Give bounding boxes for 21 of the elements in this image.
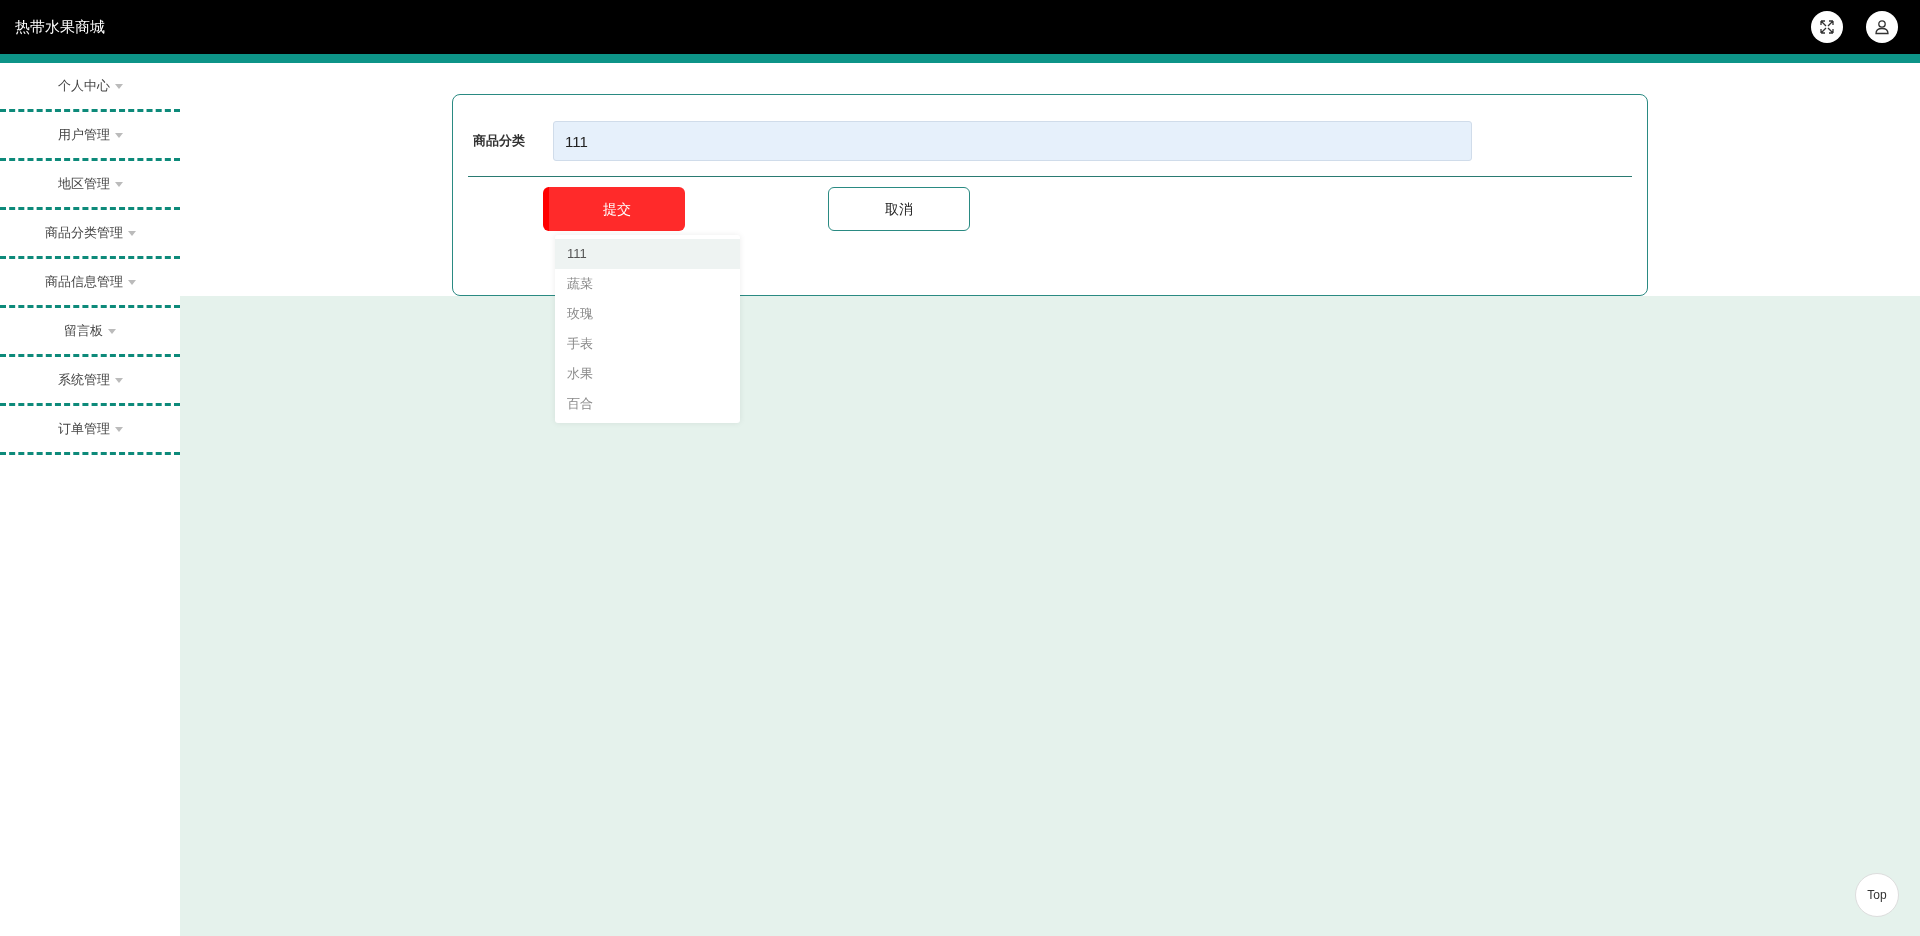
category-input[interactable]: 111	[553, 121, 1472, 161]
suggestion-item[interactable]: 百合	[555, 389, 740, 419]
submit-button[interactable]: 提交	[543, 187, 685, 231]
caret-icon	[114, 83, 123, 89]
site-title: 热带水果商城	[15, 16, 105, 37]
caret-icon	[114, 377, 123, 383]
suggestion-item[interactable]: 水果	[555, 359, 740, 389]
suggestion-item[interactable]: 玫瑰	[555, 299, 740, 329]
caret-icon	[127, 279, 136, 285]
cancel-button[interactable]: 取消	[828, 187, 970, 231]
suggestion-item[interactable]: 111	[555, 239, 740, 269]
suggestion-item[interactable]: 蔬菜	[555, 269, 740, 299]
caret-icon	[114, 426, 123, 432]
caret-icon	[114, 132, 123, 138]
caret-icon	[127, 230, 136, 236]
user-icon[interactable]	[1866, 11, 1898, 43]
caret-icon	[114, 181, 123, 187]
field-label: 商品分类	[472, 132, 526, 151]
fullscreen-icon[interactable]	[1811, 11, 1843, 43]
caret-icon	[108, 328, 116, 334]
suggestion-item[interactable]: 手表	[555, 329, 740, 359]
